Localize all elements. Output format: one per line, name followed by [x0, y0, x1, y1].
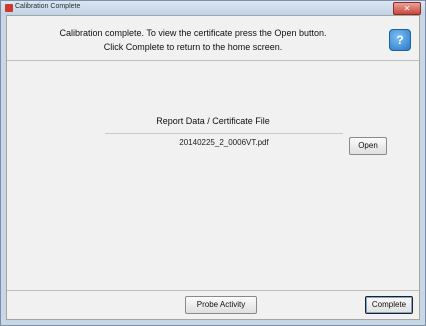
report-data-label: Report Data / Certificate File [156, 116, 270, 126]
message-line-2: Click Complete to return to the home scr… [103, 42, 283, 52]
dialog-content: Calibration complete. To view the certif… [6, 15, 420, 320]
close-icon[interactable]: ✕ [393, 2, 421, 15]
message-line-1: Calibration complete. To view the certif… [59, 28, 327, 38]
app-icon [5, 4, 13, 12]
footer-bar: Probe Activity Complete [7, 290, 419, 319]
message-header: Calibration complete. To view the certif… [7, 16, 419, 61]
title-bar[interactable]: Calibration Complete ✕ [1, 1, 425, 15]
probe-activity-button[interactable]: Probe Activity [185, 296, 257, 314]
window-title: Calibration Complete [15, 3, 81, 10]
certificate-file-field: 20140225_2_0006VT.pdf [105, 133, 343, 152]
help-icon[interactable]: ? [389, 29, 411, 51]
complete-button[interactable]: Complete [365, 296, 413, 314]
dialog-window: Calibration Complete ✕ Calibration compl… [0, 0, 426, 326]
open-button[interactable]: Open [349, 137, 387, 155]
